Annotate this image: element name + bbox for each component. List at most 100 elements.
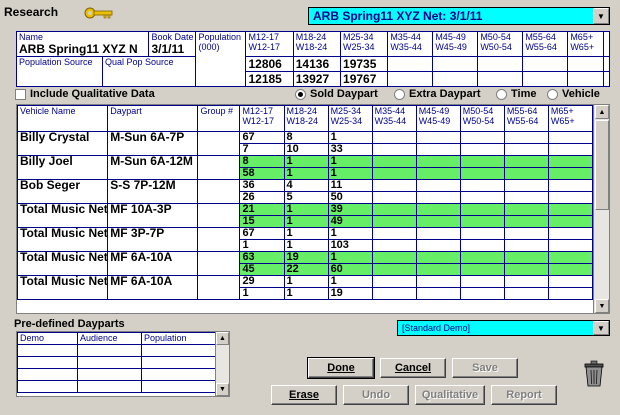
group-cell[interactable] bbox=[197, 227, 241, 252]
demo-value-cell[interactable] bbox=[459, 191, 505, 204]
predefined-cell[interactable] bbox=[141, 368, 216, 381]
vehicle-name-cell[interactable]: Total Music Net bbox=[17, 227, 109, 252]
demo-value-cell[interactable]: 21 bbox=[239, 203, 285, 216]
hdr-demo-6[interactable]: M55-64 W55-64 bbox=[522, 31, 569, 57]
demo-value-cell[interactable] bbox=[371, 275, 417, 288]
demo-value-cell[interactable] bbox=[415, 131, 461, 144]
demo-value-cell[interactable] bbox=[503, 131, 549, 144]
demo-value-cell[interactable] bbox=[503, 263, 549, 276]
group-cell[interactable] bbox=[197, 251, 241, 276]
demo-value-cell[interactable]: 1 bbox=[283, 239, 329, 252]
vehicle-name-cell[interactable]: Total Music Net bbox=[17, 251, 109, 276]
demo-value-cell[interactable] bbox=[371, 215, 417, 228]
predefined-cell[interactable] bbox=[141, 344, 216, 357]
pop-r2-8[interactable] bbox=[602, 71, 611, 87]
pop-r2-3[interactable] bbox=[387, 71, 434, 87]
demo-value-cell[interactable] bbox=[503, 191, 549, 204]
demo-value-cell[interactable] bbox=[459, 251, 505, 264]
erase-button[interactable]: Erase bbox=[271, 385, 337, 405]
demo-value-cell[interactable] bbox=[503, 251, 549, 264]
demo-value-cell[interactable]: 1 bbox=[239, 239, 285, 252]
daypart-cell[interactable]: MF 3P-7P bbox=[107, 227, 199, 252]
demo-value-cell[interactable]: 1 bbox=[283, 275, 329, 288]
col-header-demo-5[interactable]: M50-54 W50-54 bbox=[459, 105, 505, 132]
demo-value-cell[interactable] bbox=[503, 287, 549, 300]
col-header-demo-2[interactable]: M25-34 W25-34 bbox=[327, 105, 373, 132]
predefined-cell[interactable] bbox=[77, 356, 142, 369]
demo-value-cell[interactable] bbox=[459, 203, 505, 216]
hdr-demo-3[interactable]: M35-44 W35-44 bbox=[387, 31, 434, 57]
save-button[interactable]: Save bbox=[452, 358, 518, 378]
demo-value-cell[interactable] bbox=[547, 203, 594, 216]
chevron-down-icon[interactable]: ▼ bbox=[593, 8, 609, 24]
demo-value-cell[interactable] bbox=[415, 167, 461, 180]
vehicle-name-cell[interactable]: Bob Seger bbox=[17, 179, 109, 204]
chevron-down-icon[interactable]: ▼ bbox=[593, 321, 609, 335]
demo-value-cell[interactable] bbox=[371, 227, 417, 240]
scrollbar-thumb[interactable] bbox=[595, 120, 609, 210]
col-header-demo-0[interactable]: M12-17 W12-17 bbox=[239, 105, 285, 132]
radio-dot[interactable] bbox=[496, 88, 507, 100]
table-row[interactable]: Billy Crystal M-Sun 6A-7P 67 8 1 bbox=[17, 131, 594, 156]
demo-value-cell[interactable] bbox=[547, 263, 594, 276]
group-cell[interactable] bbox=[197, 203, 241, 228]
demo-value-cell[interactable] bbox=[371, 287, 417, 300]
col-header-daypart[interactable]: Daypart bbox=[107, 105, 199, 132]
hdr-demo-2[interactable]: M25-34 W25-34 bbox=[340, 31, 389, 57]
vehicle-name-cell[interactable]: Billy Crystal bbox=[17, 131, 109, 156]
vehicle-name-cell[interactable]: Billy Joel bbox=[17, 155, 109, 180]
group-cell[interactable] bbox=[197, 131, 241, 156]
population-source-label[interactable]: Population Source bbox=[16, 56, 103, 87]
table-row[interactable]: Bob Seger S-S 7P-12M 36 4 11 bbox=[17, 179, 594, 204]
pop-r1-8[interactable] bbox=[602, 56, 611, 72]
demo-value-cell[interactable]: 1 bbox=[239, 287, 285, 300]
demo-value-cell[interactable] bbox=[371, 263, 417, 276]
demo-value-cell[interactable]: 5 bbox=[283, 191, 329, 204]
demo-value-cell[interactable] bbox=[547, 239, 594, 252]
demo-value-cell[interactable] bbox=[503, 179, 549, 192]
demo-value-cell[interactable]: 50 bbox=[327, 191, 373, 204]
predefined-cell[interactable] bbox=[77, 368, 142, 381]
demo-value-cell[interactable] bbox=[459, 287, 505, 300]
demo-value-cell[interactable] bbox=[371, 239, 417, 252]
group-cell[interactable] bbox=[197, 275, 241, 300]
demo-value-cell[interactable] bbox=[547, 215, 594, 228]
demo-value-cell[interactable]: 19 bbox=[327, 287, 373, 300]
demo-value-cell[interactable]: 8 bbox=[283, 131, 329, 144]
demo-value-cell[interactable]: 10 bbox=[283, 143, 329, 156]
demo-value-cell[interactable] bbox=[547, 191, 594, 204]
demo-value-cell[interactable]: 103 bbox=[327, 239, 373, 252]
predefined-cell[interactable] bbox=[17, 344, 78, 357]
pop-r1-5[interactable] bbox=[477, 56, 524, 72]
demo-value-cell[interactable] bbox=[415, 239, 461, 252]
demo-value-cell[interactable]: 63 bbox=[239, 251, 285, 264]
scroll-up-icon[interactable]: ▲ bbox=[595, 105, 609, 119]
demo-value-cell[interactable]: 1 bbox=[327, 251, 373, 264]
demo-value-cell[interactable] bbox=[547, 131, 594, 144]
demo-value-cell[interactable] bbox=[415, 263, 461, 276]
predefined-cell[interactable] bbox=[17, 380, 78, 393]
pop-r1-3[interactable] bbox=[387, 56, 434, 72]
group-cell[interactable] bbox=[197, 155, 241, 180]
demo-value-cell[interactable] bbox=[415, 251, 461, 264]
group-cell[interactable] bbox=[197, 179, 241, 204]
col-header-demo-3[interactable]: M35-44 W35-44 bbox=[371, 105, 417, 132]
demo-select[interactable]: [Standard Demo] ▼ bbox=[397, 320, 610, 336]
pop-r2-0[interactable]: 12185 bbox=[245, 71, 294, 87]
demo-value-cell[interactable]: 29 bbox=[239, 275, 285, 288]
hdr-demo-4[interactable]: M45-49 W45-49 bbox=[432, 31, 479, 57]
demo-value-cell[interactable]: 45 bbox=[239, 263, 285, 276]
demo-value-cell[interactable] bbox=[547, 227, 594, 240]
daypart-cell[interactable]: MF 6A-10A bbox=[107, 275, 199, 300]
daypart-cell[interactable]: S-S 7P-12M bbox=[107, 179, 199, 204]
demo-value-cell[interactable]: 19 bbox=[283, 251, 329, 264]
demo-value-cell[interactable]: 58 bbox=[239, 167, 285, 180]
demo-value-cell[interactable] bbox=[459, 215, 505, 228]
vehicle-name-cell[interactable]: Total Music Net bbox=[17, 203, 109, 228]
demo-value-cell[interactable] bbox=[371, 143, 417, 156]
col-header-demo-1[interactable]: M18-24 W18-24 bbox=[283, 105, 329, 132]
demo-value-cell[interactable] bbox=[547, 287, 594, 300]
demo-value-cell[interactable]: 4 bbox=[283, 179, 329, 192]
demo-value-cell[interactable] bbox=[371, 203, 417, 216]
pop-r1-1[interactable]: 14136 bbox=[292, 56, 342, 72]
